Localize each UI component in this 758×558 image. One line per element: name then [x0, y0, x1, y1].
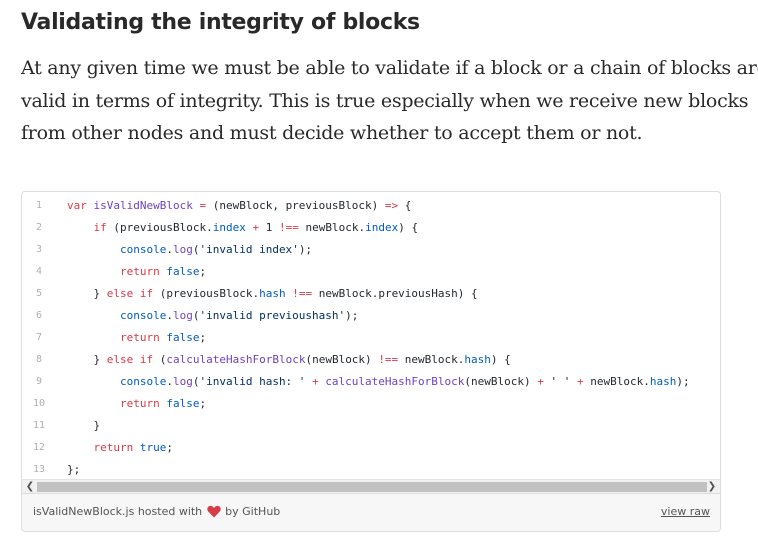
horizontal-scrollbar[interactable]: ❮ ❯ — [22, 479, 720, 493]
intro-paragraph: At any given time we must be able to val… — [21, 52, 758, 150]
line-code: }; — [67, 463, 81, 476]
code-line: 4 return false; — [22, 261, 720, 283]
chevron-right-icon[interactable]: ❯ — [705, 480, 719, 493]
line-number: 7 — [35, 332, 43, 343]
code-line: 5 } else if (previousBlock.hash !== newB… — [22, 283, 720, 305]
gist-embed: 1 var isValidNewBlock = (newBlock, previo… — [21, 191, 721, 532]
code-line: 1 var isValidNewBlock = (newBlock, previo… — [22, 195, 720, 217]
code-line: 11 } — [22, 415, 720, 437]
line-number: 2 — [35, 222, 43, 233]
code-block: 1 var isValidNewBlock = (newBlock, previo… — [22, 192, 720, 479]
line-number: 1 — [35, 200, 43, 211]
line-code: if (previousBlock.index + 1 !== newBlock… — [93, 221, 419, 234]
gist-meta: isValidNewBlock.js hosted with by GitHub — [33, 505, 280, 518]
code-line: 10 return false; — [22, 393, 720, 415]
line-code: console.log('invalid previoushash'); — [119, 309, 359, 322]
line-code: } else if (calculateHashForBlock(newBloc… — [67, 353, 511, 366]
line-code: return true; — [93, 441, 174, 454]
line-number: 5 — [35, 288, 43, 299]
line-code: } — [67, 419, 101, 432]
line-number: 3 — [35, 244, 43, 255]
line-number: 11 — [32, 420, 46, 431]
line-number: 10 — [32, 398, 46, 409]
line-number: 6 — [35, 310, 43, 321]
code-line: 8 } else if (calculateHashForBlock(newBl… — [22, 349, 720, 371]
scroll-thumb[interactable] — [37, 482, 707, 492]
code-line: 9 console.log('invalid hash: ' + calcula… — [22, 371, 720, 393]
code-line: 3 console.log('invalid index'); — [22, 239, 720, 261]
line-code: var isValidNewBlock = (newBlock, previou… — [67, 199, 412, 212]
code-line: 12 return true; — [22, 437, 720, 459]
code-line: 2 if (previousBlock.index + 1 !== newBlo… — [22, 217, 720, 239]
view-raw-link[interactable]: view raw — [661, 505, 710, 518]
line-code: return false; — [119, 265, 207, 278]
paragraph-line: valid in terms of integrity. This is tru… — [21, 89, 749, 112]
line-code: return false; — [119, 331, 207, 344]
line-number: 8 — [35, 354, 43, 365]
heart-icon — [207, 505, 221, 518]
paragraph-line: At any given time we must be able to val… — [21, 57, 758, 79]
line-code: } else if (previousBlock.hash !== newBlo… — [67, 287, 478, 300]
code-line: 7 return false; — [22, 327, 720, 349]
code-line: 6 console.log('invalid previoushash'); — [22, 305, 720, 327]
gist-footer: isValidNewBlock.js hosted with by GitHub… — [22, 493, 720, 531]
section-heading: Validating the integrity of blocks — [21, 10, 420, 35]
hosted-with-text: hosted with — [137, 505, 203, 518]
line-code: return false; — [119, 397, 207, 410]
chevron-left-icon[interactable]: ❮ — [23, 480, 37, 493]
code-line: 13}; — [22, 459, 720, 479]
line-number: 9 — [35, 376, 43, 387]
line-number: 4 — [35, 266, 43, 277]
line-number: 13 — [32, 464, 46, 475]
line-number: 12 — [32, 442, 46, 453]
paragraph-line: from other nodes and must decide whether… — [21, 122, 643, 144]
github-link[interactable]: by GitHub — [225, 505, 280, 518]
line-code: console.log('invalid index'); — [119, 243, 313, 256]
line-code: console.log('invalid hash: ' + calculate… — [119, 375, 690, 388]
gist-filename-link[interactable]: isValidNewBlock.js — [33, 505, 134, 518]
